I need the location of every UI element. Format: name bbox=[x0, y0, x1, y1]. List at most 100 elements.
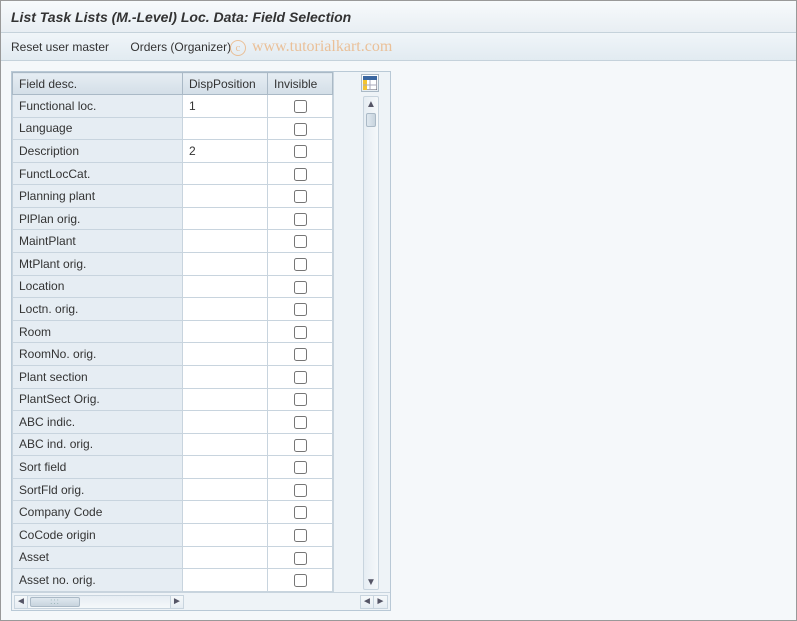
invisible-checkbox[interactable] bbox=[294, 439, 307, 452]
invisible-checkbox[interactable] bbox=[294, 393, 307, 406]
table-row[interactable]: RoomNo. orig. bbox=[13, 343, 333, 366]
vscroll-thumb[interactable] bbox=[366, 113, 376, 127]
hscroll-track[interactable]: ::: bbox=[28, 595, 170, 609]
disp-position-cell[interactable] bbox=[183, 162, 268, 185]
disp-position-cell[interactable] bbox=[183, 388, 268, 411]
table-settings-button[interactable] bbox=[361, 74, 379, 92]
invisible-checkbox[interactable] bbox=[294, 258, 307, 271]
field-desc-cell[interactable]: FunctLocCat. bbox=[13, 162, 183, 185]
table-row[interactable]: MtPlant orig. bbox=[13, 253, 333, 276]
field-desc-cell[interactable]: Functional loc. bbox=[13, 95, 183, 118]
table-row[interactable]: FunctLocCat. bbox=[13, 162, 333, 185]
field-desc-cell[interactable]: Room bbox=[13, 320, 183, 343]
field-desc-cell[interactable]: Plant section bbox=[13, 365, 183, 388]
disp-position-cell[interactable] bbox=[183, 298, 268, 321]
field-desc-cell[interactable]: SortFld orig. bbox=[13, 478, 183, 501]
scroll-down-arrow-icon[interactable]: ▼ bbox=[364, 575, 378, 589]
disp-position-cell[interactable] bbox=[183, 117, 268, 140]
disp-position-cell[interactable] bbox=[183, 456, 268, 479]
table-row[interactable]: Language bbox=[13, 117, 333, 140]
hscroll-thumb[interactable]: ::: bbox=[30, 597, 80, 607]
header-field-desc[interactable]: Field desc. bbox=[13, 73, 183, 95]
disp-position-cell[interactable]: 2 bbox=[183, 140, 268, 163]
disp-position-cell[interactable]: 1 bbox=[183, 95, 268, 118]
disp-position-cell[interactable] bbox=[183, 411, 268, 434]
table-row[interactable]: Room bbox=[13, 320, 333, 343]
disp-position-cell[interactable] bbox=[183, 185, 268, 208]
field-desc-cell[interactable]: Sort field bbox=[13, 456, 183, 479]
vscroll-track[interactable] bbox=[364, 111, 378, 575]
disp-position-cell[interactable] bbox=[183, 501, 268, 524]
invisible-checkbox[interactable] bbox=[294, 371, 307, 384]
invisible-checkbox[interactable] bbox=[294, 190, 307, 203]
column-right-arrow-icon[interactable]: ► bbox=[374, 595, 388, 609]
header-disp-position[interactable]: DispPosition bbox=[183, 73, 268, 95]
table-row[interactable]: ABC ind. orig. bbox=[13, 433, 333, 456]
orders-organizer-link[interactable]: Orders (Organizer) bbox=[130, 40, 231, 54]
table-row[interactable]: ABC indic. bbox=[13, 411, 333, 434]
table-row[interactable]: PlantSect Orig. bbox=[13, 388, 333, 411]
table-row[interactable]: CoCode origin bbox=[13, 523, 333, 546]
disp-position-cell[interactable] bbox=[183, 320, 268, 343]
invisible-checkbox[interactable] bbox=[294, 484, 307, 497]
field-desc-cell[interactable]: RoomNo. orig. bbox=[13, 343, 183, 366]
field-desc-cell[interactable]: Asset bbox=[13, 546, 183, 569]
invisible-checkbox[interactable] bbox=[294, 529, 307, 542]
invisible-checkbox[interactable] bbox=[294, 303, 307, 316]
table-row[interactable]: Company Code bbox=[13, 501, 333, 524]
disp-position-cell[interactable] bbox=[183, 569, 268, 592]
invisible-checkbox[interactable] bbox=[294, 574, 307, 587]
invisible-checkbox[interactable] bbox=[294, 123, 307, 136]
disp-position-cell[interactable] bbox=[183, 343, 268, 366]
field-desc-cell[interactable]: Language bbox=[13, 117, 183, 140]
horizontal-scrollbar[interactable]: ◄ ::: ► bbox=[14, 595, 184, 609]
disp-position-cell[interactable] bbox=[183, 230, 268, 253]
disp-position-cell[interactable] bbox=[183, 365, 268, 388]
invisible-checkbox[interactable] bbox=[294, 213, 307, 226]
table-row[interactable]: Loctn. orig. bbox=[13, 298, 333, 321]
disp-position-cell[interactable] bbox=[183, 275, 268, 298]
reset-user-master-link[interactable]: Reset user master bbox=[11, 40, 109, 54]
field-desc-cell[interactable]: Description bbox=[13, 140, 183, 163]
table-row[interactable]: Asset bbox=[13, 546, 333, 569]
invisible-checkbox[interactable] bbox=[294, 100, 307, 113]
invisible-checkbox[interactable] bbox=[294, 326, 307, 339]
disp-position-cell[interactable] bbox=[183, 207, 268, 230]
scroll-right-arrow-icon[interactable]: ► bbox=[170, 595, 184, 609]
field-desc-cell[interactable]: CoCode origin bbox=[13, 523, 183, 546]
table-row[interactable]: Location bbox=[13, 275, 333, 298]
field-desc-cell[interactable]: ABC indic. bbox=[13, 411, 183, 434]
field-desc-cell[interactable]: Location bbox=[13, 275, 183, 298]
scroll-left-arrow-icon[interactable]: ◄ bbox=[14, 595, 28, 609]
field-desc-cell[interactable]: PlantSect Orig. bbox=[13, 388, 183, 411]
field-desc-cell[interactable]: PlPlan orig. bbox=[13, 207, 183, 230]
field-desc-cell[interactable]: Planning plant bbox=[13, 185, 183, 208]
table-row[interactable]: SortFld orig. bbox=[13, 478, 333, 501]
invisible-checkbox[interactable] bbox=[294, 235, 307, 248]
invisible-checkbox[interactable] bbox=[294, 461, 307, 474]
disp-position-cell[interactable] bbox=[183, 433, 268, 456]
invisible-checkbox[interactable] bbox=[294, 552, 307, 565]
table-row[interactable]: Asset no. orig. bbox=[13, 569, 333, 592]
disp-position-cell[interactable] bbox=[183, 253, 268, 276]
disp-position-cell[interactable] bbox=[183, 523, 268, 546]
invisible-checkbox[interactable] bbox=[294, 168, 307, 181]
disp-position-cell[interactable] bbox=[183, 546, 268, 569]
vertical-scrollbar[interactable]: ▲ ▼ bbox=[363, 96, 379, 590]
table-row[interactable]: PlPlan orig. bbox=[13, 207, 333, 230]
field-desc-cell[interactable]: MtPlant orig. bbox=[13, 253, 183, 276]
invisible-checkbox[interactable] bbox=[294, 348, 307, 361]
table-row[interactable]: Description2 bbox=[13, 140, 333, 163]
field-desc-cell[interactable]: Loctn. orig. bbox=[13, 298, 183, 321]
table-row[interactable]: Sort field bbox=[13, 456, 333, 479]
column-left-arrow-icon[interactable]: ◄ bbox=[360, 595, 374, 609]
table-row[interactable]: Planning plant bbox=[13, 185, 333, 208]
invisible-checkbox[interactable] bbox=[294, 416, 307, 429]
table-row[interactable]: Functional loc.1 bbox=[13, 95, 333, 118]
field-desc-cell[interactable]: Asset no. orig. bbox=[13, 569, 183, 592]
invisible-checkbox[interactable] bbox=[294, 506, 307, 519]
table-row[interactable]: MaintPlant bbox=[13, 230, 333, 253]
field-desc-cell[interactable]: ABC ind. orig. bbox=[13, 433, 183, 456]
disp-position-cell[interactable] bbox=[183, 478, 268, 501]
field-desc-cell[interactable]: Company Code bbox=[13, 501, 183, 524]
